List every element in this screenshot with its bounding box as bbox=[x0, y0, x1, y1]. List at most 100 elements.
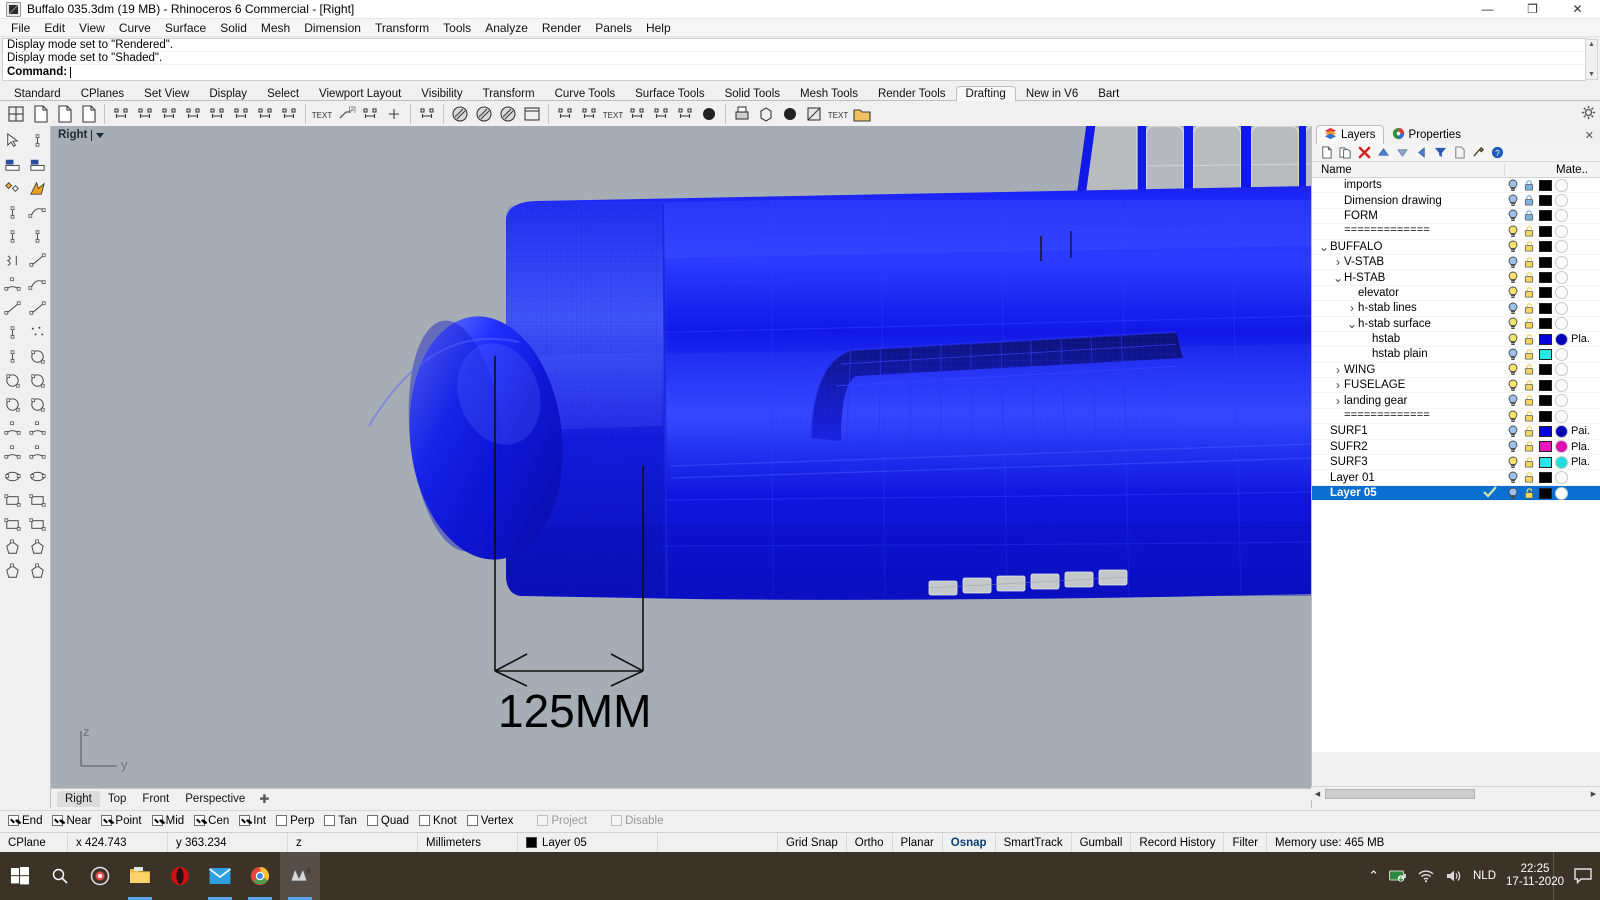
layer-color-swatch[interactable] bbox=[1537, 179, 1553, 191]
layer-material-cell[interactable] bbox=[1553, 286, 1600, 300]
layer-visibility-toggle[interactable] bbox=[1505, 225, 1521, 238]
toolbar-tab-viewport-layout[interactable]: Viewport Layout bbox=[309, 86, 411, 101]
chevron-down-icon[interactable] bbox=[96, 132, 105, 138]
status-toggle-filter[interactable]: Filter bbox=[1224, 832, 1268, 853]
text-edit-icon[interactable]: TEXT bbox=[601, 103, 624, 126]
osnap-quad[interactable]: Quad bbox=[366, 815, 409, 827]
layer-row[interactable]: Layer 05 bbox=[1312, 485, 1600, 502]
command-prompt[interactable]: Command: bbox=[3, 65, 1585, 80]
layer-color-swatch[interactable] bbox=[1537, 348, 1553, 360]
minimize-button[interactable]: — bbox=[1465, 0, 1510, 19]
layer-material-cell[interactable] bbox=[1553, 363, 1600, 377]
toolbar-tab-new-in-v6[interactable]: New in V6 bbox=[1016, 86, 1088, 101]
menu-item-render[interactable]: Render bbox=[535, 20, 588, 36]
layer-lock-toggle[interactable] bbox=[1521, 286, 1537, 299]
layer-lock-toggle[interactable] bbox=[1521, 179, 1537, 192]
layer-name-cell[interactable]: SURF1 bbox=[1312, 425, 1505, 437]
layer-color-swatch[interactable] bbox=[1537, 425, 1553, 437]
layer-color-swatch[interactable] bbox=[1537, 456, 1553, 468]
checkbox[interactable] bbox=[366, 815, 378, 826]
polygon-icon[interactable] bbox=[0, 536, 25, 560]
layer-lock-toggle[interactable] bbox=[1521, 410, 1537, 423]
render-ball-icon[interactable] bbox=[697, 103, 720, 126]
layer-row[interactable]: hstab plain bbox=[1312, 347, 1600, 363]
dim-diameter-icon[interactable] bbox=[277, 103, 300, 126]
layer-visibility-toggle[interactable] bbox=[1505, 333, 1521, 346]
add-viewport-button[interactable]: ✚ bbox=[253, 792, 275, 806]
menu-item-help[interactable]: Help bbox=[639, 20, 678, 36]
status-toggle-record-history[interactable]: Record History bbox=[1131, 832, 1225, 853]
toolbar-tab-display[interactable]: Display bbox=[199, 86, 257, 101]
scroll-left-arrow[interactable]: ◀ bbox=[1311, 787, 1324, 800]
layer-row[interactable]: ============= bbox=[1312, 409, 1600, 425]
layer-material-cell[interactable] bbox=[1553, 194, 1600, 208]
checkbox[interactable] bbox=[101, 815, 113, 826]
layer-material-cell[interactable]: Pla. bbox=[1553, 455, 1600, 469]
ellipse-center-icon[interactable] bbox=[0, 464, 25, 488]
layer-row[interactable]: › V-STAB bbox=[1312, 255, 1600, 271]
layer-visibility-toggle[interactable] bbox=[1505, 317, 1521, 330]
layer-row[interactable]: ============= bbox=[1312, 224, 1600, 240]
model-render-canvas[interactable] bbox=[51, 126, 1311, 788]
layer-color-swatch[interactable] bbox=[1537, 472, 1553, 484]
panel-tab-layers[interactable]: Layers bbox=[1316, 125, 1384, 144]
leader-icon[interactable]: [2] bbox=[334, 103, 357, 126]
layer-material-cell[interactable] bbox=[1553, 301, 1600, 315]
layer-material-cell[interactable] bbox=[1553, 224, 1600, 238]
layer-visibility-toggle[interactable] bbox=[1505, 179, 1521, 192]
layer-material-cell[interactable]: Pla. bbox=[1553, 332, 1600, 346]
layers-list[interactable]: imports Dimension drawing FORM ============… bbox=[1312, 178, 1600, 752]
battery-icon[interactable] bbox=[1389, 869, 1407, 883]
dim-linear-icon[interactable] bbox=[109, 103, 132, 126]
layer-color-swatch[interactable] bbox=[1537, 379, 1553, 391]
layer-color-swatch[interactable] bbox=[1537, 441, 1553, 453]
menu-item-edit[interactable]: Edit bbox=[37, 20, 72, 36]
layer-visibility-toggle[interactable] bbox=[1505, 194, 1521, 207]
layer-name-cell[interactable]: › landing gear bbox=[1312, 394, 1505, 408]
toolbar-tab-transform[interactable]: Transform bbox=[473, 86, 545, 101]
layer-name-cell[interactable]: hstab plain bbox=[1312, 348, 1505, 360]
search-button[interactable] bbox=[40, 852, 80, 900]
layer-visibility-toggle[interactable] bbox=[1505, 302, 1521, 315]
layer-material-cell[interactable] bbox=[1553, 486, 1600, 500]
command-scrollbar[interactable]: ▲ ▼ bbox=[1585, 39, 1598, 80]
circle-tangent-icon[interactable] bbox=[25, 368, 50, 392]
layer-name-cell[interactable]: SURF3 bbox=[1312, 456, 1505, 468]
hatch-gradient-icon[interactable] bbox=[496, 103, 519, 126]
layer-material-cell[interactable] bbox=[1553, 317, 1600, 331]
layer-lock-toggle[interactable] bbox=[1521, 440, 1537, 453]
layer-lock-toggle[interactable] bbox=[1521, 487, 1537, 500]
curve-through-points-icon[interactable] bbox=[0, 224, 25, 248]
layer-material-cell[interactable] bbox=[1553, 394, 1600, 408]
osnap-vertex[interactable]: Vertex bbox=[466, 815, 513, 827]
point-marker-icon[interactable] bbox=[382, 103, 405, 126]
status-toggle-smarttrack[interactable]: SmartTrack bbox=[996, 832, 1072, 853]
layer-name-cell[interactable]: ============= bbox=[1312, 410, 1505, 422]
layer-visibility-toggle[interactable] bbox=[1505, 363, 1521, 376]
layer-name-cell[interactable]: › WING bbox=[1312, 363, 1505, 377]
menu-item-surface[interactable]: Surface bbox=[158, 20, 213, 36]
layer-lock-toggle[interactable] bbox=[1521, 194, 1537, 207]
move-down-icon[interactable] bbox=[1394, 145, 1410, 161]
layer-visibility-toggle[interactable] bbox=[1505, 256, 1521, 269]
point-grid-icon[interactable] bbox=[0, 344, 25, 368]
toolbar-tab-render-tools[interactable]: Render Tools bbox=[868, 86, 956, 101]
viewport-tab-top[interactable]: Top bbox=[100, 791, 135, 807]
layer-row[interactable]: › landing gear bbox=[1312, 393, 1600, 409]
tray-expand-chevron-icon[interactable]: ⌃ bbox=[1368, 868, 1379, 884]
layer-color-swatch[interactable] bbox=[1537, 210, 1553, 222]
layer-material-cell[interactable] bbox=[1553, 409, 1600, 423]
chevron-down-icon[interactable]: ⌄ bbox=[1318, 241, 1330, 253]
point-cloud-icon[interactable] bbox=[25, 320, 50, 344]
scroll-up-arrow[interactable]: ▲ bbox=[1586, 40, 1597, 49]
layer-row[interactable]: imports bbox=[1312, 178, 1600, 194]
circle-around-curve-icon[interactable] bbox=[25, 392, 50, 416]
select-arrow-icon[interactable] bbox=[0, 128, 25, 152]
gear-icon[interactable] bbox=[1581, 105, 1596, 120]
layer-color-swatch[interactable] bbox=[1537, 364, 1553, 376]
layer-lock-toggle[interactable] bbox=[1521, 379, 1537, 392]
cortana-button[interactable] bbox=[80, 852, 120, 900]
checkbox[interactable] bbox=[466, 815, 478, 826]
point-icon[interactable] bbox=[0, 320, 25, 344]
arc-3point-icon[interactable] bbox=[25, 416, 50, 440]
